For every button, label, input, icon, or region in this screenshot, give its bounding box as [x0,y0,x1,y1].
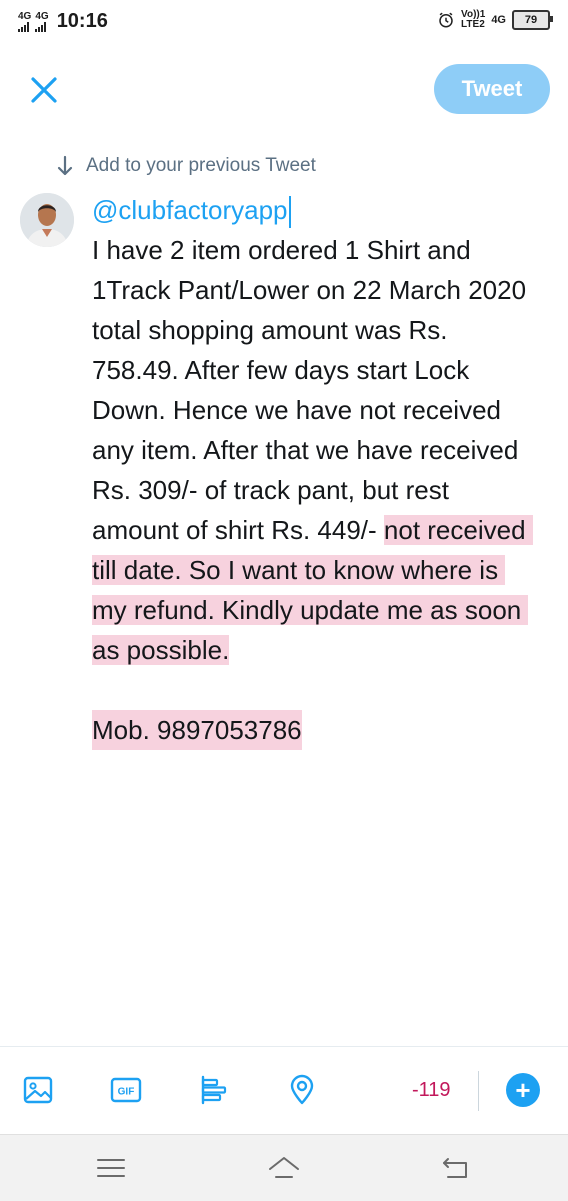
gif-label: GIF [118,1087,135,1098]
system-navigation-bar [0,1134,568,1201]
clock: 10:16 [56,10,108,32]
alarm-icon [439,12,453,28]
tweet-body-text: I have 2 item ordered 1 Shirt and 1Track… [92,235,534,545]
network-indicator-2: 4G [35,10,49,32]
menu-icon[interactable] [94,1155,128,1181]
tweet-compose-area[interactable]: @clubfactoryapp I have 2 item ordered 1 … [92,190,534,750]
avatar-image [20,193,74,247]
toolbar-divider [478,1071,479,1111]
plus-icon: + [515,1074,531,1105]
back-icon[interactable] [440,1155,474,1181]
network-label-right: 4G [491,14,506,26]
tweet-button[interactable]: Tweet [434,64,550,114]
mobile-number-text: Mob. 9897053786 [92,710,302,750]
tweet-body: I have 2 item ordered 1 Shirt and 1Track… [92,230,534,670]
home-icon[interactable] [267,1155,301,1181]
volte-bottom: LTE2 [461,19,485,30]
add-tweet-button[interactable]: + [506,1073,540,1107]
add-to-previous-tweet[interactable]: Add to your previous Tweet [56,155,316,177]
character-counter: -119 [412,1079,451,1101]
battery-level: 79 [524,14,538,26]
compose-toolbar: GIF -119 + [0,1046,568,1133]
status-bar: 4G 4G 10:16 Vo))1 LTE2 4G 79 [0,0,568,44]
thread-hint-label: Add to your previous Tweet [86,155,316,176]
volte-indicator: Vo))1 LTE2 [461,10,485,30]
image-icon[interactable] [22,1074,54,1106]
network-indicator-1: 4G [18,10,32,32]
status-right: Vo))1 LTE2 4G 79 [437,10,553,30]
network-label-1: 4G [18,10,32,22]
signal-icon [35,21,47,32]
close-icon[interactable] [24,70,64,110]
avatar[interactable] [20,193,74,247]
network-label-2: 4G [35,10,49,22]
battery-icon: 79 [512,10,553,30]
status-left: 4G 4G 10:16 [18,10,108,33]
poll-icon[interactable] [198,1074,230,1106]
signal-icon [18,21,29,32]
mention-text: @clubfactoryapp [92,195,288,225]
gif-icon[interactable]: GIF [110,1074,142,1106]
location-icon[interactable] [286,1074,318,1106]
text-cursor [288,196,291,229]
arrow-down-icon [57,155,73,176]
